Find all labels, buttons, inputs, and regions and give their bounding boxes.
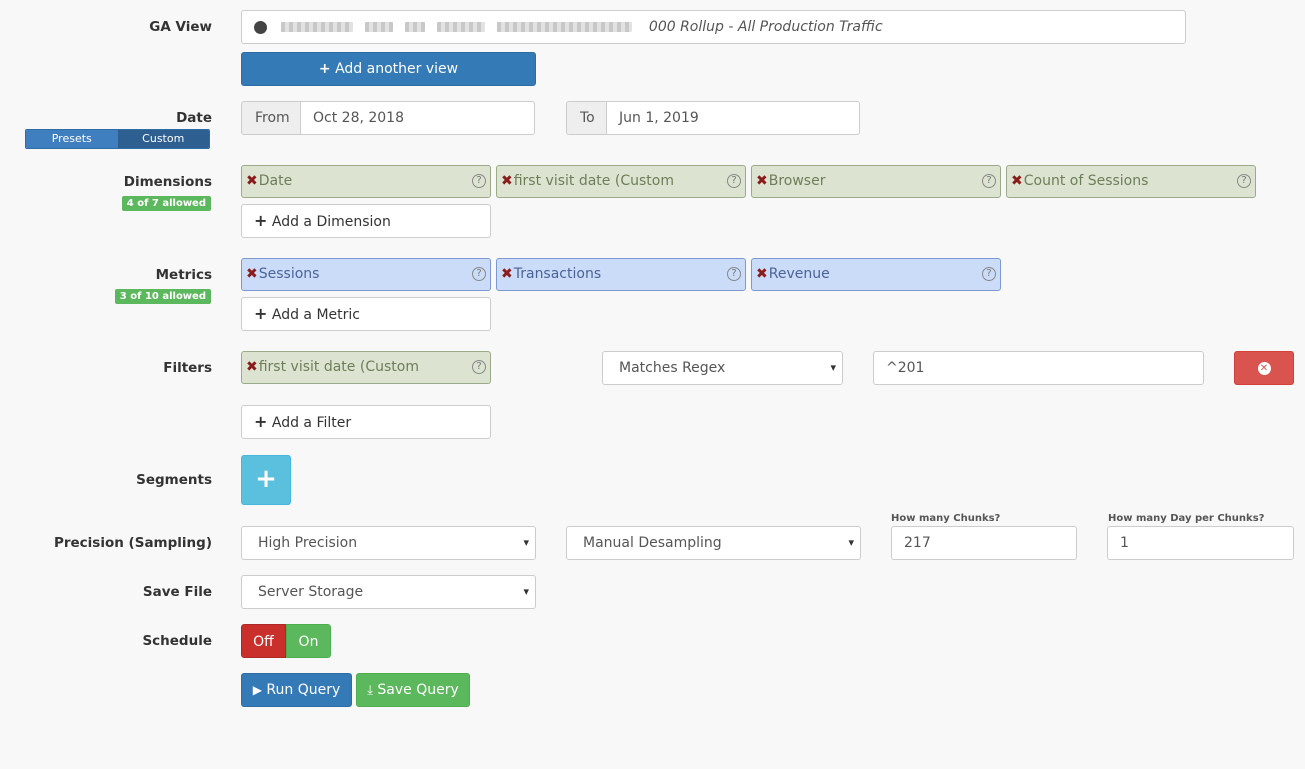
help-icon[interactable]: ? (982, 267, 996, 281)
chunks-input[interactable]: 217 (891, 526, 1077, 560)
presets-toggle[interactable]: Presets (26, 130, 118, 148)
add-metric-button[interactable]: + Add a Metric (241, 297, 491, 331)
from-addon: From (241, 101, 301, 135)
ga-view-label: GA View (149, 19, 212, 35)
segments-label: Segments (136, 472, 212, 488)
filter-dimension-label: first visit date (Custom (258, 359, 419, 375)
plus-icon: + (254, 211, 268, 230)
save-file-value: Server Storage (258, 584, 364, 600)
dimension-chip[interactable]: ✖first visit date (Custom ? (496, 165, 746, 198)
remove-icon[interactable]: ✖ (501, 266, 513, 282)
metric-label: Revenue (768, 266, 830, 282)
desampling-select[interactable]: Manual Desampling (566, 526, 861, 560)
metrics-badge: 3 of 10 allowed (114, 289, 211, 304)
save-file-label: Save File (142, 584, 212, 600)
filter-value-input[interactable]: ^201 (873, 351, 1204, 385)
run-query-button[interactable]: ▶ Run Query (241, 673, 352, 707)
metrics-label: Metrics (155, 267, 212, 283)
schedule-off-button[interactable]: Off (241, 624, 286, 658)
dimension-label: Count of Sessions (1023, 173, 1149, 189)
redacted-account-text (281, 19, 644, 35)
remove-icon[interactable]: ✖ (246, 173, 258, 189)
download-icon: ⤓ (367, 683, 373, 698)
filter-operator-select[interactable]: Matches Regex (602, 351, 843, 385)
dimension-chip[interactable]: ✖Browser ? (751, 165, 1001, 198)
dimension-chip[interactable]: ✖Date ? (241, 165, 491, 198)
schedule-label: Schedule (142, 633, 212, 649)
remove-icon[interactable]: ✖ (246, 359, 258, 375)
desampling-value: Manual Desampling (583, 535, 722, 551)
days-per-chunk-label: How many Day per Chunks? (1108, 513, 1265, 524)
plus-icon: + (254, 412, 268, 431)
chunks-label: How many Chunks? (891, 513, 1001, 524)
ga-view-value: 000 Rollup - All Production Traffic (648, 19, 883, 35)
save-file-select[interactable]: Server Storage (241, 575, 536, 609)
to-addon: To (566, 101, 607, 135)
schedule-on-button[interactable]: On (286, 624, 331, 658)
add-metric-label: Add a Metric (271, 307, 360, 323)
filters-label: Filters (163, 360, 212, 376)
run-query-label: Run Query (266, 682, 341, 698)
remove-icon[interactable]: ✖ (756, 173, 768, 189)
help-icon[interactable]: ? (982, 174, 996, 188)
help-icon[interactable]: ? (472, 174, 486, 188)
save-query-button[interactable]: ⤓ Save Query (356, 673, 470, 707)
ga-view-select[interactable]: 000 Rollup - All Production Traffic (241, 10, 1186, 44)
metric-chip[interactable]: ✖Sessions ? (241, 258, 491, 291)
remove-icon[interactable]: ✖ (246, 266, 258, 282)
remove-icon[interactable]: ✖ (1011, 173, 1023, 189)
date-mode-toggle: Presets Custom (25, 129, 210, 149)
precision-select[interactable]: High Precision (241, 526, 536, 560)
add-dimension-button[interactable]: + Add a Dimension (241, 204, 491, 238)
add-filter-label: Add a Filter (271, 415, 352, 431)
help-icon[interactable]: ? (472, 267, 486, 281)
precision-value: High Precision (258, 535, 358, 551)
add-segment-button[interactable]: + (241, 455, 291, 505)
plus-icon: + (255, 464, 277, 494)
dimension-chip[interactable]: ✖Count of Sessions ? (1006, 165, 1256, 198)
metric-label: Transactions (513, 266, 602, 282)
add-view-button[interactable]: + Add another view (241, 52, 536, 86)
dimension-label: Browser (768, 173, 826, 189)
from-date-input[interactable]: Oct 28, 2018 (300, 101, 535, 135)
metric-label: Sessions (258, 266, 320, 282)
dimension-label: first visit date (Custom (513, 173, 674, 189)
help-icon[interactable]: ? (1237, 174, 1251, 188)
add-dimension-label: Add a Dimension (271, 214, 391, 230)
add-filter-button[interactable]: + Add a Filter (241, 405, 491, 439)
date-label: Date (176, 110, 212, 126)
metric-chip[interactable]: ✖Transactions ? (496, 258, 746, 291)
precision-label: Precision (Sampling) (53, 535, 212, 551)
days-per-chunk-input[interactable]: 1 (1107, 526, 1294, 560)
add-view-label: Add another view (335, 61, 459, 77)
dimensions-label: Dimensions (123, 174, 212, 190)
globe-icon (254, 20, 267, 34)
help-icon[interactable]: ? (472, 360, 486, 374)
schedule-toggle: Off On (241, 624, 331, 658)
metric-chip[interactable]: ✖Revenue ? (751, 258, 1001, 291)
close-circle-icon: ✕ (1257, 361, 1271, 375)
dimension-label: Date (258, 173, 293, 189)
plus-icon: + (254, 304, 268, 323)
play-icon: ▶ (252, 683, 262, 697)
remove-icon[interactable]: ✖ (756, 266, 768, 282)
remove-icon[interactable]: ✖ (501, 173, 513, 189)
help-icon[interactable]: ? (727, 267, 741, 281)
help-icon[interactable]: ? (727, 174, 741, 188)
custom-toggle[interactable]: Custom (117, 130, 209, 148)
dimensions-badge: 4 of 7 allowed (121, 196, 211, 211)
filter-operator-value: Matches Regex (619, 360, 726, 376)
remove-filter-button[interactable]: ✕ (1234, 351, 1294, 385)
save-query-label: Save Query (377, 682, 459, 698)
plus-icon: + (318, 61, 331, 77)
to-date-input[interactable]: Jun 1, 2019 (606, 101, 860, 135)
filter-dimension-chip[interactable]: ✖first visit date (Custom ? (241, 351, 491, 384)
